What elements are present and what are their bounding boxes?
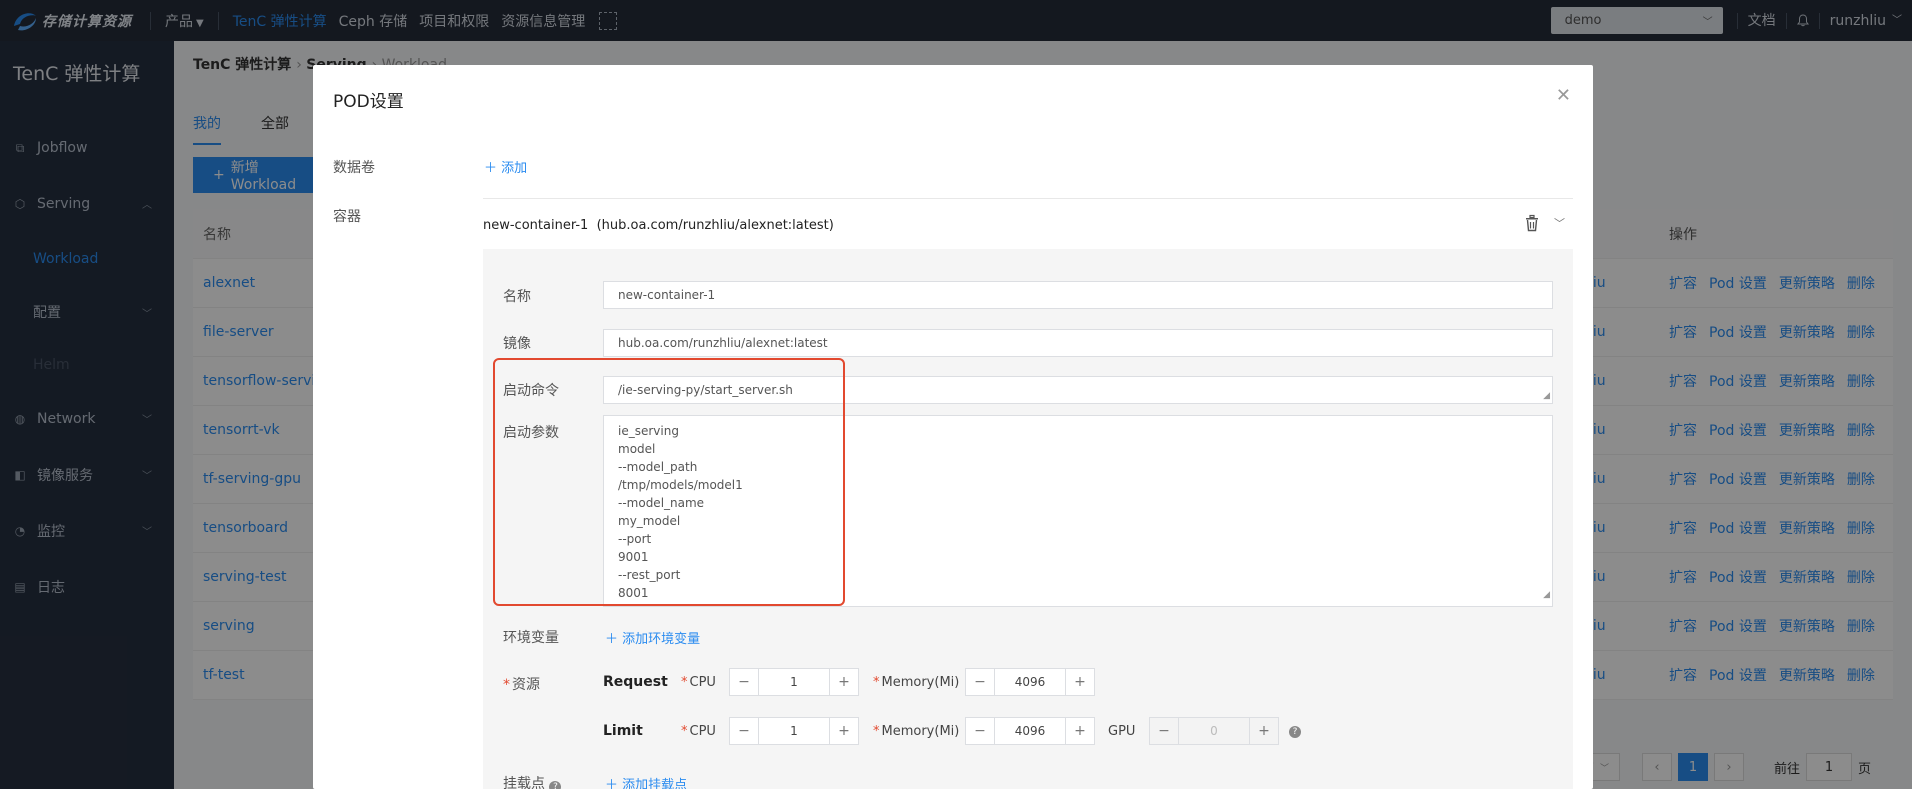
add-mount-button[interactable]: ＋ 添加挂载点: [605, 774, 687, 789]
request-memory-label: * Memory(Mi): [873, 675, 959, 690]
plus-icon: ＋: [484, 161, 502, 176]
limit-cpu-value[interactable]: 1: [758, 718, 830, 744]
plus-icon: ＋: [605, 632, 623, 647]
limit-memory-stepper: − 4096 +: [965, 717, 1095, 745]
resource-label-text: 资源: [512, 677, 540, 693]
increment-button[interactable]: +: [830, 669, 858, 695]
help-icon[interactable]: ?: [549, 781, 562, 789]
decrement-button[interactable]: −: [966, 718, 994, 744]
add-volume-button[interactable]: ＋ 添加: [484, 157, 527, 176]
mount-label-text: 挂载点: [503, 776, 545, 789]
divider: [483, 198, 1573, 199]
decrement-button[interactable]: −: [730, 669, 758, 695]
add-volume-label: 添加: [501, 161, 528, 176]
request-cpu-stepper: − 1 +: [729, 668, 859, 696]
required-mark: *: [681, 724, 688, 739]
plus-icon: ＋: [605, 778, 623, 789]
limit-gpu-stepper: − 0 +: [1149, 717, 1279, 745]
mount-label: 挂载点 ?: [503, 773, 562, 789]
add-env-button[interactable]: ＋ 添加环境变量: [605, 628, 700, 647]
add-mount-label: 添加挂载点: [622, 778, 688, 789]
decrement-button[interactable]: −: [730, 718, 758, 744]
container-header[interactable]: new-container-1 (hub.oa.com/runzhliu/ale…: [483, 218, 834, 233]
container-name: new-container-1: [483, 218, 589, 233]
required-mark: *: [873, 675, 880, 690]
resource-label: * 资源: [503, 674, 540, 694]
trash-icon[interactable]: [1524, 214, 1540, 232]
env-label: 环境变量: [503, 630, 559, 646]
limit-gpu-value: 0: [1178, 718, 1250, 744]
volume-label: 数据卷: [333, 160, 375, 176]
memory-label-text: Memory(Mi): [881, 724, 960, 739]
memory-label-text: Memory(Mi): [881, 675, 960, 690]
image-label: 镜像: [503, 336, 531, 352]
limit-memory-value[interactable]: 4096: [994, 718, 1066, 744]
limit-cpu-stepper: − 1 +: [729, 717, 859, 745]
request-memory-value[interactable]: 4096: [994, 669, 1066, 695]
add-env-label: 添加环境变量: [622, 632, 701, 647]
container-label: 容器: [333, 209, 361, 225]
request-cpu-label: * CPU: [681, 675, 716, 690]
close-icon[interactable]: ✕: [1556, 85, 1571, 106]
increment-button[interactable]: +: [1066, 718, 1094, 744]
container-name-input[interactable]: new-container-1: [603, 281, 1553, 309]
container-image: (hub.oa.com/runzhliu/alexnet:latest): [596, 218, 834, 233]
name-label: 名称: [503, 289, 531, 305]
increment-button[interactable]: +: [830, 718, 858, 744]
request-memory-stepper: − 4096 +: [965, 668, 1095, 696]
decrement-button[interactable]: −: [966, 669, 994, 695]
cpu-label-text: CPU: [689, 724, 716, 739]
decrement-button: −: [1158, 723, 1170, 739]
cpu-label-text: CPU: [689, 675, 716, 690]
highlight-annotation: [493, 358, 845, 606]
resize-handle[interactable]: ◢: [1543, 586, 1550, 604]
increment-button: +: [1258, 723, 1270, 739]
request-label: Request: [603, 674, 668, 690]
required-mark: *: [503, 677, 510, 693]
image-input[interactable]: hub.oa.com/runzhliu/alexnet:latest: [603, 329, 1553, 357]
gpu-label: GPU: [1108, 724, 1136, 739]
required-mark: *: [681, 675, 688, 690]
limit-cpu-label: * CPU: [681, 724, 716, 739]
request-cpu-value[interactable]: 1: [758, 669, 830, 695]
modal-title: POD设置: [333, 92, 404, 112]
limit-memory-label: * Memory(Mi): [873, 724, 959, 739]
increment-button[interactable]: +: [1066, 669, 1094, 695]
chevron-down-icon[interactable]: ﹀: [1554, 215, 1565, 231]
limit-label: Limit: [603, 723, 643, 739]
resize-handle[interactable]: ◢: [1543, 391, 1550, 401]
help-icon[interactable]: ?: [1289, 726, 1301, 738]
required-mark: *: [873, 724, 880, 739]
